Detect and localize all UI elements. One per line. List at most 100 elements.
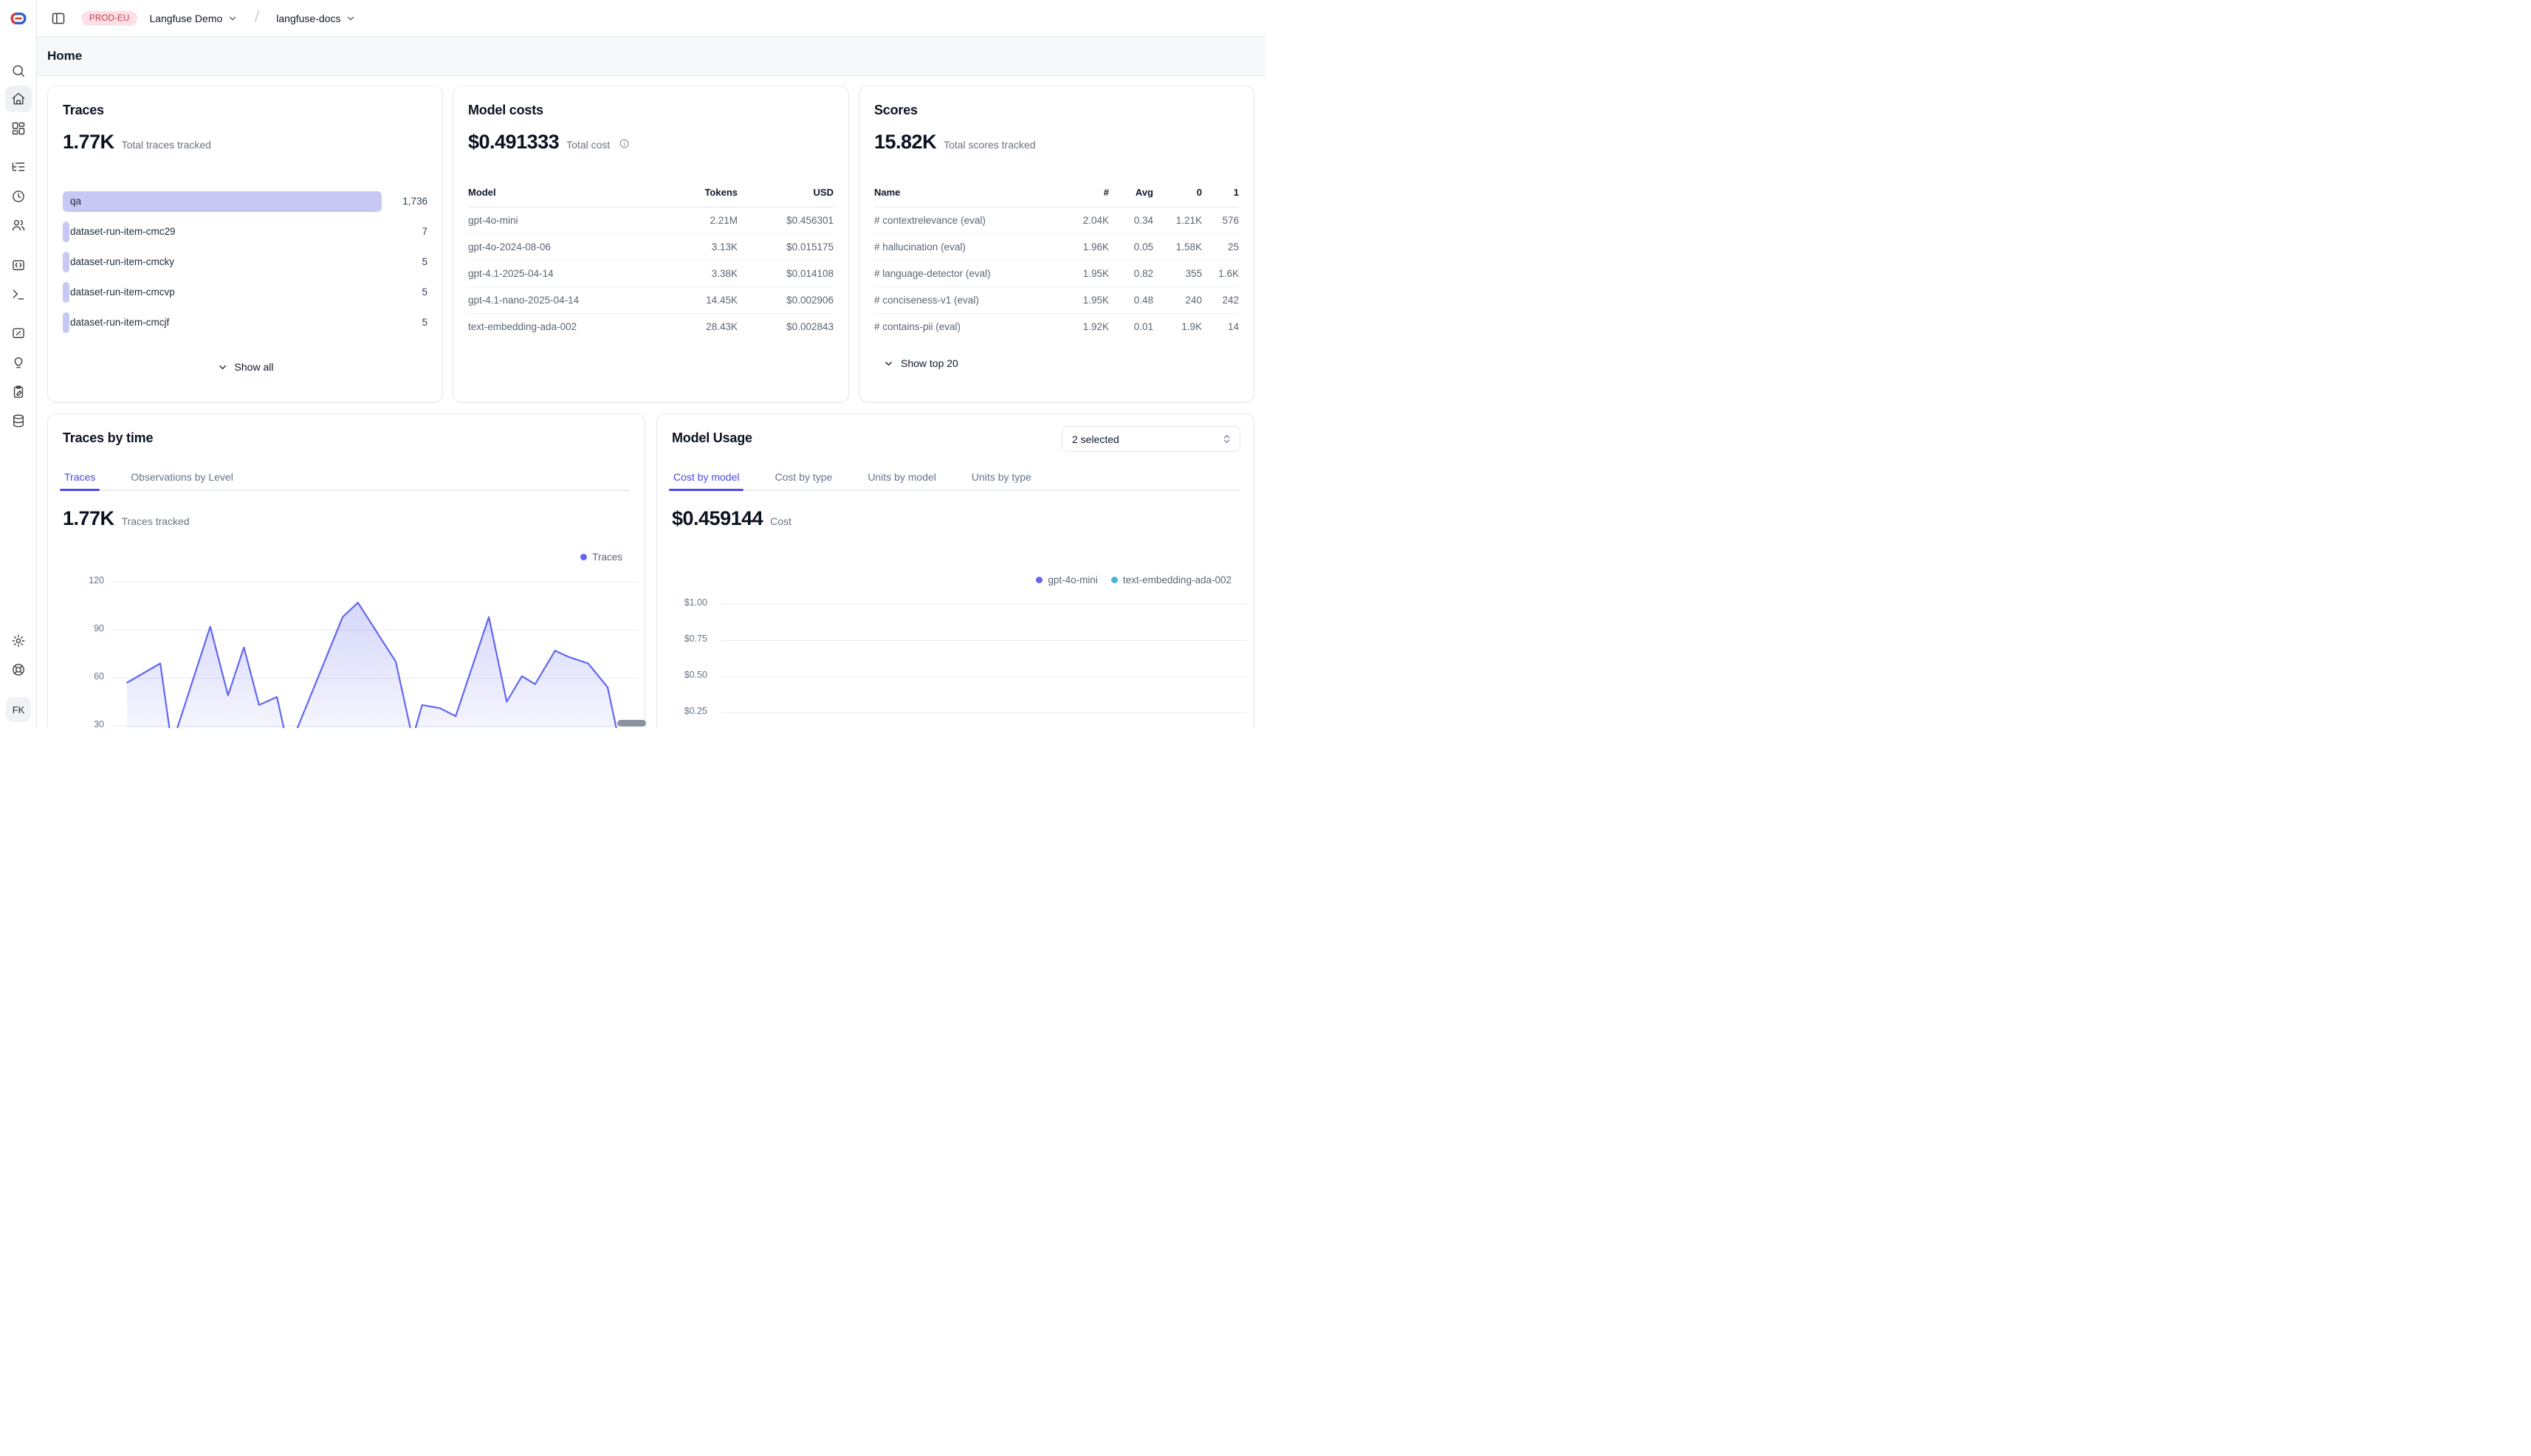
chevron-down-icon	[346, 13, 356, 24]
column-header: Name	[874, 187, 1062, 207]
trace-bar[interactable]	[63, 191, 382, 212]
environment-badge: PROD-EU	[81, 11, 137, 26]
traces-tracked-label: Traces tracked	[122, 515, 190, 527]
sidebar-item-settings[interactable]	[5, 628, 32, 654]
trace-bar-label: dataset-run-item-cmc29	[70, 222, 176, 242]
sidebar-item-annotation-queues[interactable]	[5, 379, 32, 405]
chevrons-up-down-icon	[1221, 433, 1232, 444]
trace-bar-value: 5	[382, 312, 427, 333]
sidebar-item-evaluation[interactable]	[5, 320, 32, 346]
y-axis-tick: $0.75	[664, 633, 707, 644]
breadcrumb-separator	[250, 8, 264, 28]
org-selector[interactable]: Langfuse Demo	[149, 13, 238, 24]
sidebar-item-tracing[interactable]	[5, 154, 32, 180]
traces-total: 1.77K	[63, 129, 114, 154]
y-axis-tick: 90	[67, 623, 104, 633]
card-title: Traces	[63, 101, 427, 119]
tab-units-by-model[interactable]: Units by model	[866, 470, 938, 484]
show-top-20-button[interactable]: Show top 20	[874, 357, 1239, 369]
tab-units-by-type[interactable]: Units by type	[970, 470, 1033, 484]
trace-bar[interactable]	[63, 222, 69, 242]
sidebar-item-sessions[interactable]	[5, 183, 32, 210]
traces-bar-list: qa1,736dataset-run-item-cmc297dataset-ru…	[63, 191, 427, 333]
langfuse-app: FK PROD-EU Langfuse Demo langfuse-docs H…	[0, 0, 1266, 728]
legend-label: gpt-4o-mini	[1048, 574, 1098, 586]
chevron-down-icon	[227, 13, 238, 24]
trace-bar-row[interactable]: dataset-run-item-cmc297	[63, 222, 427, 242]
model-select[interactable]: 2 selected	[1062, 426, 1240, 452]
page-title: Home	[47, 49, 82, 63]
model-costs-table: ModelTokensUSDgpt-4o-mini2.21M$0.456301g…	[468, 187, 834, 340]
tab-cost-by-type[interactable]: Cost by type	[773, 470, 834, 484]
legend-item[interactable]: Traces	[580, 552, 622, 563]
y-axis-tick: 30	[67, 719, 104, 728]
traces-total-label: Total traces tracked	[122, 139, 211, 151]
tab-traces[interactable]: Traces	[63, 470, 97, 484]
column-header: USD	[738, 187, 834, 207]
sidebar-item-insights[interactable]	[5, 349, 32, 376]
tab-observations-by-level[interactable]: Observations by Level	[129, 470, 235, 484]
table-row: # language-detector (eval)1.95K0.823551.…	[874, 261, 1239, 287]
scores-total: 15.82K	[874, 129, 936, 154]
trace-bar-row[interactable]: dataset-run-item-cmcvp5	[63, 282, 427, 303]
column-header: #	[1062, 187, 1109, 207]
trace-bar[interactable]	[63, 312, 69, 333]
sidebar-item-support[interactable]	[5, 656, 32, 683]
sidebar-item-users[interactable]	[5, 212, 32, 238]
trace-bar-row[interactable]: dataset-run-item-cmcky5	[63, 252, 427, 272]
y-axis-tick: $0.25	[664, 706, 707, 716]
card-title: Scores	[874, 101, 1239, 119]
table-row: gpt-4.1-nano-2025-04-1414.45K$0.002906	[468, 287, 834, 314]
legend-label: text-embedding-ada-002	[1123, 574, 1232, 586]
scores-table: Name#Avg01# contextrelevance (eval)2.04K…	[874, 187, 1239, 340]
traces-chart-legend: Traces	[580, 552, 622, 563]
trace-bar[interactable]	[63, 252, 69, 272]
traces-area-chart[interactable]	[113, 582, 639, 728]
project-selector[interactable]: langfuse-docs	[276, 13, 356, 24]
model-select-value: 2 selected	[1072, 433, 1119, 445]
chevron-down-icon	[883, 358, 894, 369]
info-icon[interactable]	[619, 138, 630, 149]
traces-card: Traces 1.77K Total traces tracked qa1,73…	[47, 86, 443, 402]
table-row: # contextrelevance (eval)2.04K0.341.21K5…	[874, 207, 1239, 234]
column-header: 0	[1153, 187, 1202, 207]
sidebar-item-dashboards[interactable]	[5, 115, 32, 142]
trace-bar-track: dataset-run-item-cmc29	[63, 222, 382, 242]
card-title: Traces by time	[63, 429, 630, 447]
trace-bar-track: dataset-run-item-cmcky	[63, 252, 382, 272]
column-header: Avg	[1109, 187, 1153, 207]
sidebar-item-playground[interactable]	[5, 281, 32, 308]
traces-by-time-card: Traces by time Traces Observations by Lev…	[47, 413, 645, 728]
show-all-button[interactable]: Show all	[63, 361, 427, 373]
legend-dot	[580, 554, 587, 560]
model-costs-total: $0.491333	[468, 129, 559, 154]
traces-tracked-value: 1.77K	[63, 506, 114, 531]
sidebar-item-prompts[interactable]	[5, 252, 32, 278]
trace-bar-row[interactable]: qa1,736	[63, 191, 427, 212]
chart-gridline	[721, 712, 1247, 713]
langfuse-logo-icon	[10, 11, 27, 26]
trace-bar-row[interactable]: dataset-run-item-cmcjf5	[63, 312, 427, 333]
horizontal-scrollbar-thumb[interactable]	[617, 720, 646, 727]
chart-gridline	[721, 640, 1247, 641]
trace-bar-track: dataset-run-item-cmcvp	[63, 282, 382, 303]
org-name: Langfuse Demo	[149, 13, 222, 24]
legend-item[interactable]: text-embedding-ada-002	[1111, 574, 1232, 586]
y-axis-tick: $1.00	[664, 597, 707, 608]
y-axis-tick: 60	[67, 671, 104, 681]
sidebar-toggle-icon[interactable]	[47, 7, 69, 30]
trace-bar[interactable]	[63, 282, 69, 303]
table-row: gpt-4o-2024-08-063.13K$0.015175	[468, 234, 834, 261]
usage-cost-value: $0.459144	[672, 506, 763, 531]
user-avatar[interactable]: FK	[6, 697, 31, 722]
legend-item[interactable]: gpt-4o-mini	[1036, 574, 1098, 586]
y-axis-tick: $0.50	[664, 670, 707, 680]
model-costs-card: Model costs $0.491333 Total cost ModelTo…	[453, 86, 849, 402]
trace-bar-value: 1,736	[382, 191, 427, 212]
sidebar-item-home[interactable]	[5, 86, 32, 112]
column-header: 1	[1202, 187, 1239, 207]
y-axis-tick: 120	[67, 575, 104, 586]
sidebar-item-datasets[interactable]	[5, 408, 32, 434]
sidebar-item-search[interactable]	[5, 58, 32, 84]
tab-cost-by-model[interactable]: Cost by model	[672, 470, 741, 484]
